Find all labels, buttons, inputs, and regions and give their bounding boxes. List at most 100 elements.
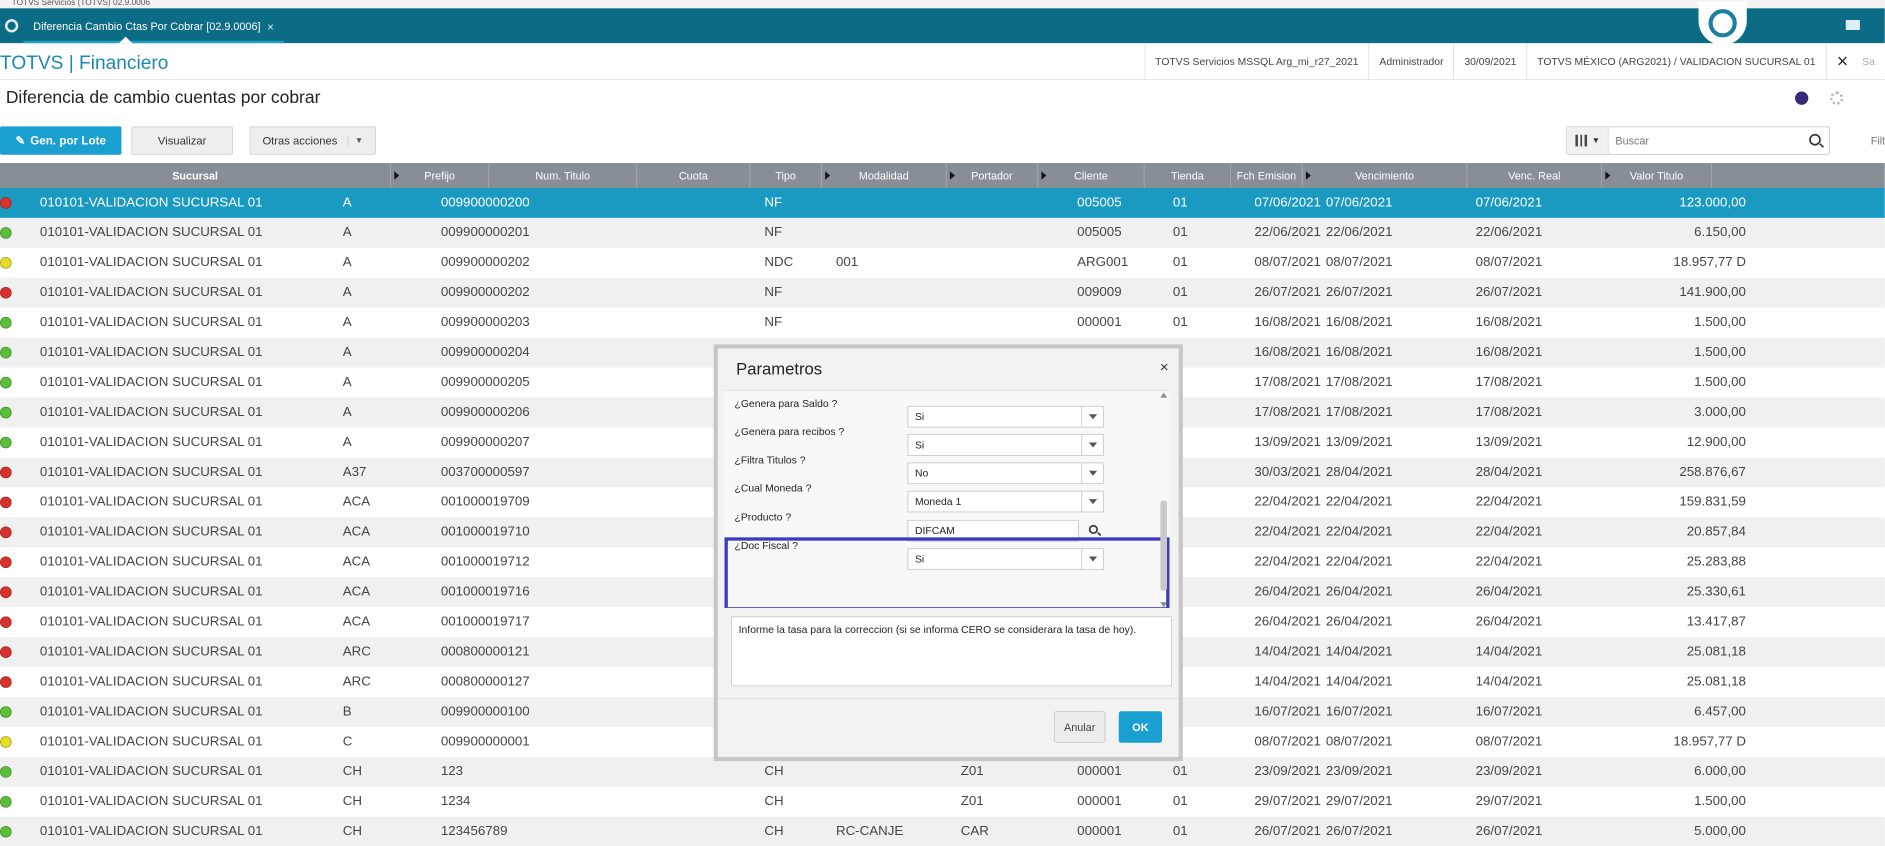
cell-sucursal: 010101-VALIDACION SUCURSAL 01 — [39, 674, 263, 689]
cell-valor: 3.000,00 — [1694, 405, 1746, 420]
table-row[interactable]: 010101-VALIDACION SUCURSAL 01 A 0099000002… — [0, 307, 1885, 338]
status-red-icon — [0, 676, 12, 688]
gen-por-lote-button[interactable]: ✎ Gen. por Lote — [0, 126, 122, 155]
param-label: ¿Cual Moneda ? — [734, 482, 812, 495]
otras-acciones-button[interactable]: Otras acciones ▼ — [249, 126, 376, 155]
help-icon[interactable] — [1795, 91, 1809, 105]
cell-emision: 26/07/2021 — [1254, 285, 1321, 300]
search-icon[interactable] — [1088, 524, 1098, 535]
column-header-cliente[interactable]: Cliente — [1038, 163, 1145, 188]
column-header-label: Venc. Real — [1508, 169, 1561, 182]
close-app-icon[interactable]: ✕ — [1825, 43, 1858, 80]
column-header-tienda[interactable]: Tienda — [1145, 163, 1232, 188]
column-arrow-icon[interactable] — [825, 171, 831, 180]
column-header-prefijo[interactable]: Prefijo — [391, 163, 490, 188]
status-green-icon — [0, 706, 12, 718]
status-cell — [0, 787, 37, 817]
close-icon[interactable]: × — [1160, 359, 1169, 376]
column-arrow-icon[interactable] — [1041, 171, 1047, 180]
toolbar: ✎ Gen. por Lote Visualizar Otras accione… — [0, 126, 1885, 155]
cell-sucursal: 010101-VALIDACION SUCURSAL 01 — [39, 375, 263, 390]
column-header-label: Valor Titulo — [1629, 169, 1684, 182]
scroll-up-icon[interactable] — [1160, 392, 1168, 398]
column-arrow-icon[interactable] — [1605, 171, 1611, 180]
column-header-venc-real[interactable]: Venc. Real — [1467, 163, 1603, 188]
table-row[interactable]: 010101-VALIDACION SUCURSAL 01 A 0099000002… — [0, 187, 1885, 218]
column-header-valor-titulo[interactable]: Valor Titulo — [1602, 163, 1712, 188]
cell-num: 009900000204 — [440, 345, 530, 360]
column-header-label: Portador — [971, 169, 1013, 182]
table-row[interactable]: 010101-VALIDACION SUCURSAL 01 CH 123456789… — [0, 816, 1885, 846]
search-input[interactable] — [1608, 134, 1792, 147]
cell-tienda: 01 — [1172, 794, 1188, 809]
column-selector[interactable]: ▼ — [1567, 127, 1609, 154]
params-scrollbar[interactable] — [1159, 391, 1169, 608]
tab-diferencia-cambio[interactable]: Diferencia Cambio Ctas Por Cobrar [02.9.… — [23, 11, 284, 44]
column-arrow-icon[interactable] — [394, 171, 400, 180]
cell-prefijo: CH — [342, 764, 362, 779]
cell-modalidad — [833, 757, 958, 787]
param-label: ¿Genera para recibos ? — [734, 425, 845, 438]
cell-num: 000800000121 — [440, 644, 530, 659]
scroll-down-icon[interactable] — [1160, 602, 1168, 608]
column-header-tipo[interactable]: Tipo — [750, 163, 822, 188]
cell-vreal: 08/07/2021 — [1475, 734, 1543, 749]
column-arrow-icon[interactable] — [949, 171, 955, 180]
home-icon[interactable] — [0, 8, 23, 43]
column-header-num-titulo[interactable]: Num. Titulo — [489, 163, 638, 188]
user-label[interactable]: Administrador — [1368, 43, 1454, 80]
status-red-icon — [0, 466, 12, 479]
cell-valor: 141.900,00 — [1679, 285, 1746, 300]
cell-vreal: 14/04/2021 — [1475, 674, 1543, 689]
cell-venc: 08/07/2021 — [1325, 734, 1393, 749]
cell-num: 001000019716 — [440, 584, 530, 599]
cell-sucursal: 010101-VALIDACION SUCURSAL 01 — [39, 315, 263, 330]
filter-label[interactable]: Filt — [1871, 135, 1885, 147]
visualizar-button[interactable]: Visualizar — [131, 126, 233, 155]
cell-sucursal: 010101-VALIDACION SUCURSAL 01 — [39, 644, 263, 659]
cell-venc: 17/08/2021 — [1325, 405, 1393, 420]
company-label[interactable]: TOTVS MÉXICO (ARG2021) / VALIDACION SUCU… — [1526, 43, 1825, 80]
column-header-fch-emision[interactable]: Fch Emision — [1231, 163, 1303, 188]
column-arrow-icon[interactable] — [1305, 171, 1311, 180]
cell-modalidad: RC-CANJE — [835, 824, 904, 839]
cell-venc: 23/09/2021 — [1325, 764, 1393, 779]
column-header-cuota[interactable]: Cuota — [637, 163, 751, 188]
column-header-vencimiento[interactable]: Vencimiento — [1303, 163, 1468, 188]
table-row[interactable]: 010101-VALIDACION SUCURSAL 01 CH 123 CH Z01 0… — [0, 756, 1885, 787]
scroll-thumb[interactable] — [1160, 500, 1168, 591]
gear-icon[interactable] — [1829, 91, 1844, 105]
cell-valor: 13.417,87 — [1686, 614, 1746, 629]
window-title: TOTVS Servicios (TOTVS) 02.9.0006 — [0, 0, 1885, 9]
cell-venc: 07/06/2021 — [1325, 195, 1393, 210]
table-row[interactable]: 010101-VALIDACION SUCURSAL 01 A 0099000002… — [0, 247, 1885, 278]
column-header-sucursal[interactable]: Sucursal — [0, 163, 391, 188]
cell-tipo: NDC — [764, 255, 794, 270]
cell-sucursal: 010101-VALIDACION SUCURSAL 01 — [39, 824, 263, 839]
mail-icon[interactable] — [1845, 19, 1860, 30]
anular-button[interactable]: Anular — [1053, 711, 1106, 743]
cell-prefijo: A — [342, 225, 352, 240]
cell-cuota — [648, 308, 761, 338]
cell-prefijo: A — [342, 345, 352, 360]
table-row[interactable]: 010101-VALIDACION SUCURSAL 01 A 0099000002… — [0, 217, 1885, 248]
cell-vreal: 22/04/2021 — [1475, 494, 1543, 510]
column-header-portador[interactable]: Portador — [947, 163, 1039, 188]
search-icon[interactable] — [1809, 133, 1821, 146]
cell-prefijo: CH — [342, 794, 362, 809]
column-header-modalidad[interactable]: Modalidad — [822, 163, 947, 188]
cell-num: 009900000001 — [440, 734, 530, 749]
dialog-title: Parametros — [736, 360, 823, 379]
ok-button[interactable]: OK — [1118, 711, 1163, 743]
app-header: TOTVS | Financiero TOTVS Servicios MSSQL… — [0, 43, 1885, 80]
table-row[interactable]: 010101-VALIDACION SUCURSAL 01 CH 1234 CH Z01… — [0, 786, 1885, 817]
status-cell — [0, 757, 37, 787]
status-cell — [0, 547, 37, 577]
cell-cliente: 000001 — [1077, 764, 1122, 779]
cell-vreal: 22/04/2021 — [1475, 524, 1543, 540]
status-cell — [0, 308, 37, 338]
cell-cuota — [648, 787, 761, 817]
cell-vreal: 22/06/2021 — [1475, 225, 1543, 240]
tab-close-icon[interactable]: × — [267, 20, 274, 33]
table-row[interactable]: 010101-VALIDACION SUCURSAL 01 A 0099000002… — [0, 277, 1885, 308]
